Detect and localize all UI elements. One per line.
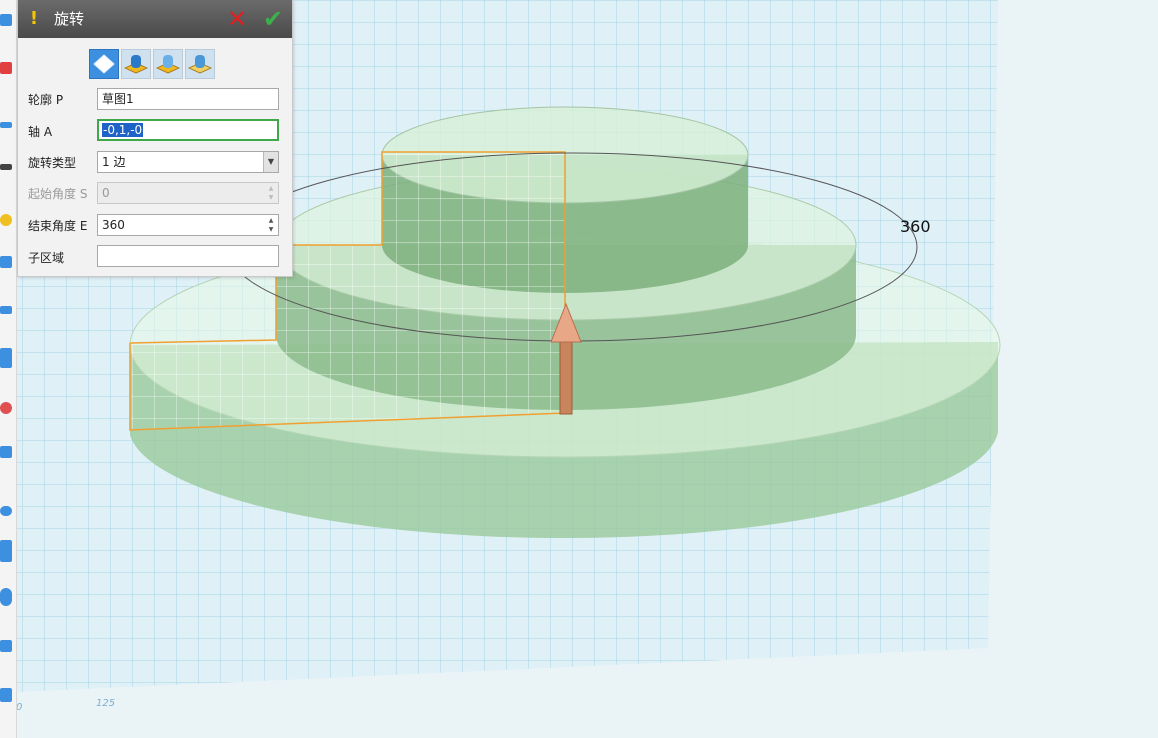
start-angle-field: 0 ▲ ▼ [97, 182, 279, 204]
mode-add-button[interactable] [121, 49, 151, 79]
exclamation-icon: ! [29, 8, 39, 29]
dialog-header: ! 旋转 ✕ ✔ [18, 0, 292, 38]
new-body-icon [93, 54, 115, 74]
toolbar-icon[interactable] [0, 214, 12, 226]
toolbar-icon[interactable] [0, 306, 12, 314]
toolbar-icon[interactable] [0, 402, 12, 414]
axis-value: -0,1,-0 [102, 123, 144, 137]
red-x-icon: ✕ [226, 5, 248, 33]
mode-intersect-button[interactable] [185, 49, 215, 79]
toolbar-icon[interactable] [0, 122, 12, 128]
toolbar-icon[interactable] [0, 506, 12, 516]
toolbar-icon[interactable] [0, 688, 12, 702]
start-angle-label: 起始角度 S [28, 187, 88, 201]
rotation-type-value: 1 边 [102, 155, 126, 169]
toolbar-icon[interactable] [0, 14, 12, 26]
end-angle-value: 360 [102, 218, 125, 232]
axis-label: 轴 A [28, 125, 53, 139]
toolbar-icon[interactable] [0, 588, 12, 606]
start-angle-value: 0 [102, 186, 110, 200]
dialog-title: 旋转 [54, 10, 85, 28]
intersect-boolean-icon [188, 55, 212, 74]
angle-dimension-label[interactable]: 360 [900, 217, 931, 236]
mode-new-body-button[interactable] [89, 49, 119, 79]
subregion-label: 子区域 [28, 251, 65, 265]
profile-label: 轮廓 P [28, 93, 64, 107]
end-angle-label: 结束角度 E [28, 219, 88, 233]
toolbar-icon[interactable] [0, 62, 12, 74]
profile-field[interactable]: 草图1 [97, 88, 279, 110]
confirm-button[interactable]: ✔ [260, 6, 286, 32]
axis-field[interactable]: -0,1,-0 [97, 119, 279, 141]
toolbar-icon[interactable] [0, 446, 12, 458]
chevron-down-icon[interactable]: ▼ [263, 152, 278, 172]
toolbar-icon[interactable] [0, 348, 12, 368]
revolve-dialog: ! 旋转 ✕ ✔ 轮廓 P 草图1 轴 A -0,1,-0 旋转类型 1 边 ▼… [17, 0, 293, 277]
spinner-arrows-icon: ▲ ▼ [268, 185, 274, 201]
end-angle-field[interactable]: 360 ▲ ▼ [97, 214, 279, 236]
toolbar-icon[interactable] [0, 164, 12, 170]
left-toolbar [0, 0, 17, 738]
spinner-arrows-icon[interactable]: ▲ ▼ [266, 216, 276, 234]
axis-tick-label: 125 [96, 698, 116, 709]
rotation-type-label: 旋转类型 [28, 156, 77, 170]
subregion-field[interactable] [97, 245, 279, 267]
cancel-button[interactable]: ✕ [224, 6, 250, 32]
mode-subtract-button[interactable] [153, 49, 183, 79]
add-boolean-icon [124, 55, 148, 74]
toolbar-icon[interactable] [0, 540, 12, 562]
toolbar-icon[interactable] [0, 256, 12, 268]
green-check-icon: ✔ [262, 5, 284, 33]
rotation-type-select[interactable]: 1 边 ▼ [97, 151, 279, 173]
subtract-boolean-icon [156, 55, 180, 74]
toolbar-icon[interactable] [0, 640, 12, 652]
